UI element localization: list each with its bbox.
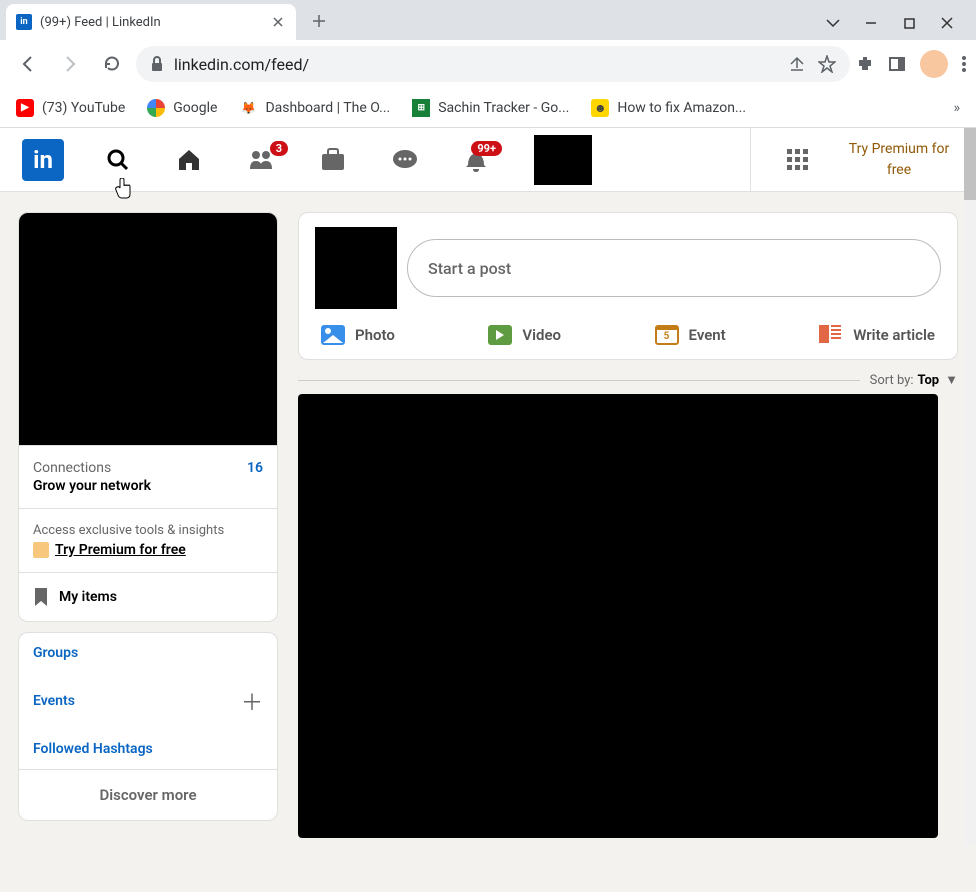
caret-down-icon: ▼: [945, 372, 958, 388]
connections-count: 16: [247, 460, 263, 476]
bookmark-dashboard[interactable]: 🦊Dashboard | The O...: [239, 99, 390, 117]
linkedin-body: Connections 16 Grow your network Access e…: [0, 192, 976, 892]
community-card: Groups Events＋ Followed Hashtags Discove…: [18, 632, 278, 821]
profile-card: Connections 16 Grow your network Access e…: [18, 212, 278, 622]
url-text: linkedin.com/feed/: [174, 55, 309, 74]
home-icon[interactable]: [176, 147, 202, 173]
me-menu[interactable]: [534, 135, 592, 185]
browser-tab[interactable]: in (99+) Feed | LinkedIn: [6, 4, 296, 40]
scroll-thumb[interactable]: [964, 128, 976, 200]
video-icon: [488, 325, 512, 345]
browser-titlebar: in (99+) Feed | LinkedIn: [0, 0, 976, 40]
groups-link[interactable]: Groups: [19, 633, 277, 673]
sidepanel-icon[interactable]: [888, 55, 906, 73]
sort-label: Sort by:: [870, 373, 914, 388]
network-badge: 3: [270, 141, 288, 156]
bookmarks-bar: ▶(73) YouTube Google 🦊Dashboard | The O.…: [0, 88, 976, 128]
maximize-icon[interactable]: [902, 16, 916, 30]
notifications-icon[interactable]: 99+: [464, 147, 488, 173]
scrollbar[interactable]: [964, 128, 976, 845]
browser-menu-icon[interactable]: [962, 56, 966, 72]
google-icon: [147, 99, 165, 117]
calendar-icon: 5: [655, 325, 679, 345]
sheets-icon: ⊞: [412, 99, 430, 117]
chevron-down-icon[interactable]: [826, 16, 840, 30]
close-window-icon[interactable]: [940, 16, 954, 30]
profile-card-image[interactable]: [18, 212, 278, 446]
linkedin-header: in 3 99+ Try Premium for free: [0, 128, 976, 192]
post-article-button[interactable]: Write article: [819, 325, 935, 345]
try-premium-link[interactable]: Try Premium for free: [844, 139, 954, 181]
try-premium-link-sidebar[interactable]: Try Premium for free: [55, 542, 186, 558]
extensions-icon[interactable]: [856, 55, 874, 73]
sort-row[interactable]: Sort by: Top ▼: [298, 372, 958, 388]
tab-title: (99+) Feed | LinkedIn: [40, 15, 161, 30]
address-bar[interactable]: linkedin.com/feed/: [136, 46, 850, 82]
work-apps-icon[interactable]: [787, 149, 808, 170]
window-controls: [826, 16, 976, 40]
hashtags-link[interactable]: Followed Hashtags: [19, 729, 277, 769]
discover-more-button[interactable]: Discover more: [19, 769, 277, 820]
star-icon[interactable]: [818, 55, 836, 73]
bookmark-amazon[interactable]: ☻How to fix Amazon...: [591, 99, 746, 117]
bookmark-tracker[interactable]: ⊞Sachin Tracker - Go...: [412, 99, 569, 117]
sort-value: Top: [918, 373, 940, 388]
grow-network-label: Grow your network: [33, 478, 263, 494]
linkedin-favicon: in: [16, 14, 32, 30]
browser-toolbar: linkedin.com/feed/: [0, 40, 976, 88]
user-avatar[interactable]: [315, 227, 397, 309]
minimize-icon[interactable]: [864, 16, 878, 30]
post-photo-button[interactable]: Photo: [321, 325, 395, 345]
connections-label: Connections: [33, 460, 111, 476]
access-tools-label: Access exclusive tools & insights: [33, 523, 263, 538]
new-tab-button[interactable]: [304, 6, 334, 36]
youtube-icon: ▶: [16, 99, 34, 117]
events-link[interactable]: Events＋: [19, 673, 277, 729]
bookmark-google[interactable]: Google: [147, 99, 217, 117]
post-video-button[interactable]: Video: [488, 325, 561, 345]
bookmarks-overflow-icon[interactable]: »: [953, 100, 960, 116]
photo-icon: [321, 325, 345, 345]
premium-block[interactable]: Access exclusive tools & insights Try Pr…: [19, 508, 277, 572]
messaging-icon[interactable]: [392, 148, 418, 172]
reload-button[interactable]: [94, 46, 130, 82]
jobs-icon[interactable]: [320, 148, 346, 172]
search-icon[interactable]: [106, 148, 130, 172]
start-post-button[interactable]: Start a post: [407, 239, 941, 297]
lock-icon: [150, 56, 164, 72]
add-event-icon[interactable]: ＋: [241, 685, 263, 717]
bookmark-icon: [33, 587, 49, 607]
article-icon: [819, 325, 843, 345]
divider: [298, 380, 860, 381]
forward-button[interactable]: [52, 46, 88, 82]
premium-icon: [33, 542, 49, 558]
connections-block[interactable]: Connections 16 Grow your network: [19, 445, 277, 508]
browser-profile-avatar[interactable]: [920, 50, 948, 78]
gumroad-icon: ☻: [591, 99, 609, 117]
start-post-card: Start a post Photo Video 5Event Write ar…: [298, 212, 958, 360]
network-icon[interactable]: 3: [248, 147, 274, 173]
close-tab-icon[interactable]: [270, 14, 286, 30]
back-button[interactable]: [10, 46, 46, 82]
post-event-button[interactable]: 5Event: [655, 325, 726, 345]
share-icon[interactable]: [788, 55, 806, 73]
bookmark-youtube[interactable]: ▶(73) YouTube: [16, 99, 125, 117]
feed-post[interactable]: [298, 394, 938, 838]
linkedin-logo[interactable]: in: [22, 139, 64, 181]
my-items-button[interactable]: My items: [19, 572, 277, 621]
notifications-badge: 99+: [471, 141, 502, 156]
dashboard-icon: 🦊: [239, 99, 257, 117]
